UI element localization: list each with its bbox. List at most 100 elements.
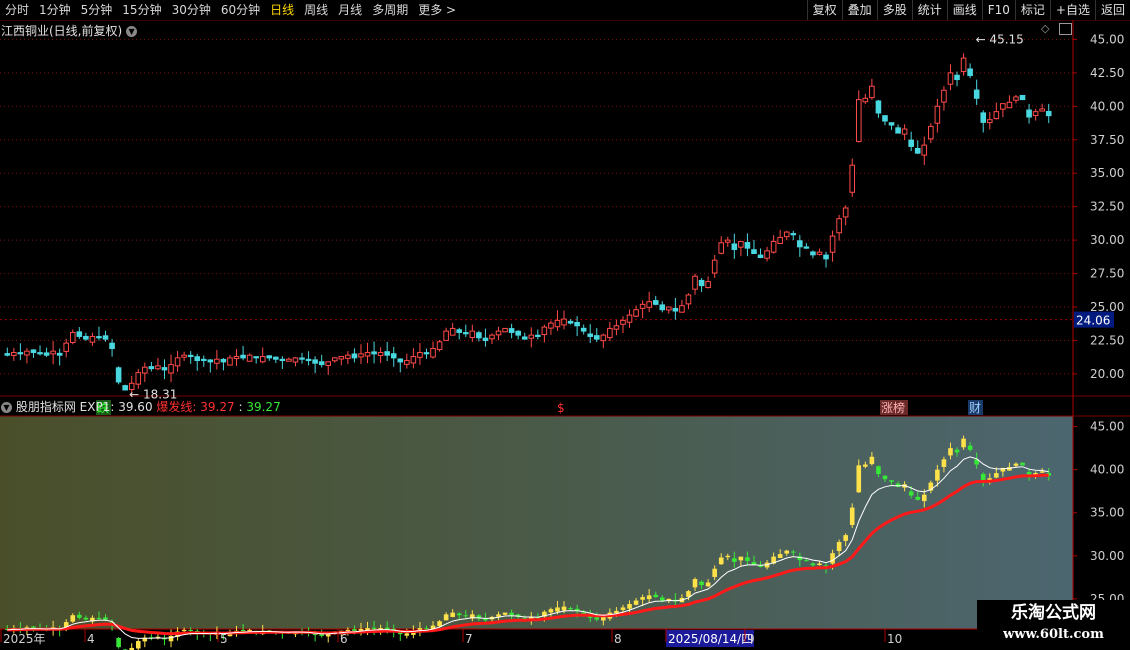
indicator-candle-body <box>856 465 862 493</box>
tab-more[interactable]: 更多 > <box>413 0 461 20</box>
date-axis-label: 10 <box>887 632 902 646</box>
candle-body <box>1000 103 1006 110</box>
indicator-candle-body <box>935 469 940 481</box>
indicator-candle-body <box>836 542 842 552</box>
indicator-candle-body <box>181 629 187 632</box>
candle-body <box>705 281 711 289</box>
candle-body <box>456 329 463 333</box>
event-marker[interactable]: 财 <box>969 401 981 415</box>
candle-body <box>76 331 83 337</box>
candle-body <box>115 367 122 383</box>
candle-body <box>908 139 914 147</box>
tab-weekly[interactable]: 周线 <box>299 0 333 20</box>
indicator-candle-body <box>96 617 102 619</box>
candle-body <box>469 330 476 339</box>
overlay-button[interactable]: 叠加 <box>841 0 877 20</box>
candle-body <box>973 89 980 99</box>
restore-rights-button[interactable]: 复权 <box>806 0 842 20</box>
indicator-candle-body <box>450 612 455 617</box>
indicator-candle-body <box>614 610 619 614</box>
indicator-candle-body <box>915 496 921 500</box>
candle-body <box>423 352 430 355</box>
mark-button[interactable]: 标记 <box>1014 0 1050 20</box>
candle-body <box>685 294 692 305</box>
indicator-candle-body <box>627 604 632 609</box>
indicator-candle-body <box>738 556 744 561</box>
candle-body <box>325 361 332 366</box>
candle-body <box>476 332 482 339</box>
indicator-candle-body <box>83 617 89 620</box>
indicator-candle-body <box>633 600 639 605</box>
indicator-candle-body <box>646 595 652 600</box>
candle-body <box>174 357 181 367</box>
event-marker[interactable]: $ <box>557 401 565 415</box>
indicator-candle-body <box>745 557 750 561</box>
f10-button[interactable]: F10 <box>981 0 1015 20</box>
tab-multi-period[interactable]: 多周期 <box>367 0 413 20</box>
tab-1min[interactable]: 1分钟 <box>34 0 76 20</box>
candle-body <box>777 236 783 244</box>
indicator-candle-body <box>843 535 848 541</box>
candle-body <box>797 240 803 248</box>
candle-body <box>849 164 856 193</box>
indicator-candle-body <box>994 473 999 478</box>
candle-body <box>200 358 207 362</box>
indicator-chevron-icon[interactable]: ▼ <box>1 402 12 413</box>
candle-body <box>1026 109 1032 118</box>
candle-body <box>207 359 214 363</box>
candle-body <box>331 357 338 362</box>
candle-body <box>757 254 764 259</box>
tab-intraday[interactable]: 分时 <box>0 0 34 20</box>
candle-body <box>364 352 371 357</box>
back-button[interactable]: 返回 <box>1094 0 1130 20</box>
price-axis-label: 27.50 <box>1090 267 1124 281</box>
indicator-candle-body <box>548 609 554 613</box>
candle-body <box>436 341 443 350</box>
candle-body <box>109 342 115 350</box>
diamond-icon[interactable]: ◇ <box>1041 22 1049 35</box>
indicator-candle-body <box>908 491 914 496</box>
statistics-button[interactable]: 统计 <box>911 0 947 20</box>
date-axis-label: 4 <box>87 632 95 646</box>
tab-30min[interactable]: 30分钟 <box>167 0 216 20</box>
candle-body <box>1013 96 1019 101</box>
event-marker[interactable]: 涨榜 <box>881 400 905 415</box>
indicator-candle-body <box>659 597 665 601</box>
candle-body <box>783 231 790 238</box>
multi-stock-button[interactable]: 多股 <box>876 0 912 20</box>
indicator-candle-body <box>751 561 757 565</box>
candle-body <box>646 301 652 308</box>
kline-chart[interactable]: 45.00 42.50 40.00 37.50 35.00 32.50 30.00 27.50… <box>0 20 1130 650</box>
candle-body <box>928 125 934 140</box>
indicator-candle-body <box>103 617 108 620</box>
add-watchlist-button[interactable]: +自选 <box>1049 0 1095 20</box>
tab-5min[interactable]: 5分钟 <box>76 0 118 20</box>
candle-body <box>43 352 50 356</box>
candle-body <box>17 352 24 355</box>
candle-body <box>135 372 142 385</box>
indicator-candle-body <box>948 448 953 456</box>
indicator-candle-body <box>830 553 835 564</box>
indicator-axis-label: 35.00 <box>1090 506 1124 520</box>
tab-60min[interactable]: 60分钟 <box>216 0 265 20</box>
candle-body <box>1032 111 1039 117</box>
candle-body <box>895 127 901 134</box>
panel-toggle-icon[interactable] <box>1059 23 1072 35</box>
tab-15min[interactable]: 15分钟 <box>117 0 166 20</box>
draw-line-button[interactable]: 画线 <box>946 0 982 20</box>
tab-daily[interactable]: 日线 <box>265 0 299 20</box>
candle-body <box>390 353 397 359</box>
indicator-candle-body <box>725 555 731 558</box>
candle-body <box>810 251 816 256</box>
chevron-down-icon[interactable]: ▼ <box>126 26 138 37</box>
candle-body <box>515 330 521 336</box>
candle-body <box>253 356 259 359</box>
tab-monthly[interactable]: 月线 <box>333 0 367 20</box>
candle-body <box>659 304 666 311</box>
tab-more-label: 更多 <box>418 3 443 17</box>
indicator-candle-body <box>404 633 410 636</box>
candle-body <box>626 314 633 323</box>
candle-body <box>50 350 56 355</box>
indicator-candle-body <box>1020 462 1025 466</box>
date-axis-label: 2025/08/14/四 <box>668 632 753 646</box>
